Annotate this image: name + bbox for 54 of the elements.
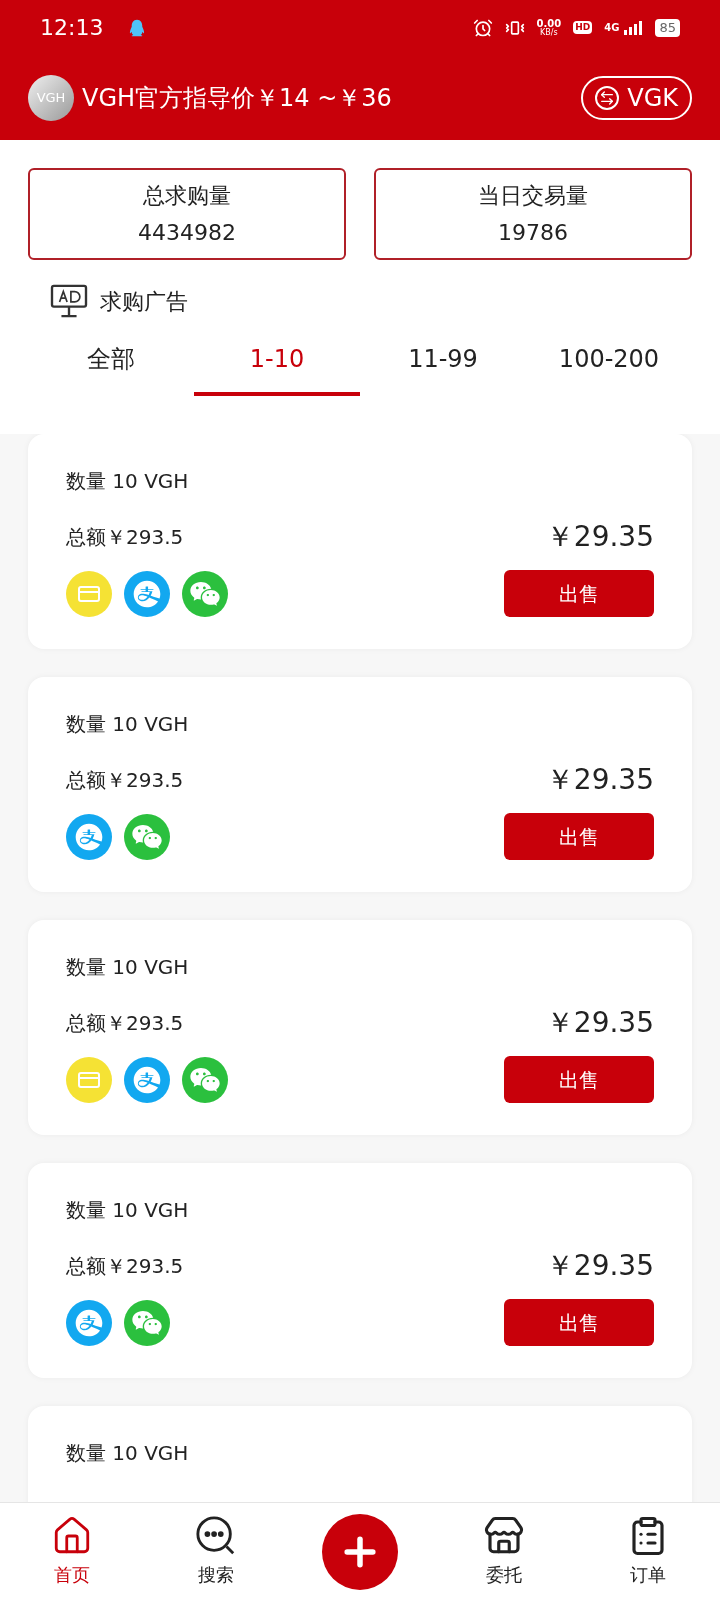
hd-badge: HD	[573, 20, 593, 35]
filter-tab[interactable]: 100-200	[526, 326, 692, 396]
unit-price: ￥29.35	[545, 762, 654, 798]
clock-time: 12:13	[40, 14, 104, 42]
unit-price: ￥29.35	[545, 1248, 654, 1284]
nav-tab[interactable]: 搜索	[144, 1515, 288, 1588]
wechat-icon	[182, 1056, 228, 1103]
nav-tab[interactable]: 委托	[432, 1515, 576, 1588]
sell-button[interactable]: 出售	[504, 1299, 654, 1346]
total-amount: 总额￥293.5	[66, 1010, 184, 1037]
stat-label: 总求购量	[143, 182, 231, 210]
section-title: 求购广告	[100, 287, 188, 316]
alarm-icon	[472, 17, 493, 38]
quantity-text: 数量 10 VGH	[66, 1440, 190, 1467]
quantity-text: 数量 10 VGH	[66, 468, 190, 495]
signal-icon	[623, 20, 644, 35]
sell-button[interactable]: 出售	[504, 1056, 654, 1103]
total-amount: 总额￥293.5	[66, 524, 184, 551]
ad-icon	[50, 284, 88, 318]
logo-coin: VGH	[28, 74, 74, 121]
page-title: VGH官方指导价￥14 ~￥36	[82, 82, 393, 114]
stat-value: 19786	[498, 219, 568, 247]
quantity-text: 数量 10 VGH	[66, 711, 190, 738]
wechat-icon	[182, 570, 228, 617]
nav-tab[interactable]: 订单	[576, 1515, 720, 1588]
quantity-text: 数量 10 VGH	[66, 1197, 190, 1224]
network-speed: 0.00	[536, 18, 562, 29]
alipay-icon	[66, 1299, 112, 1346]
wechat-icon	[124, 1299, 170, 1346]
currency-switch-button[interactable]: VGK	[581, 75, 692, 120]
wechat-icon	[124, 813, 170, 860]
swap-icon	[595, 85, 620, 110]
filter-tab[interactable]: 全部	[28, 326, 194, 396]
alipay-icon	[124, 1056, 170, 1103]
network-type: 4G	[604, 21, 620, 35]
total-amount: 总额￥293.5	[66, 767, 184, 794]
alipay-icon	[124, 570, 170, 617]
total-amount: 总额￥293.5	[66, 1253, 184, 1280]
battery-indicator: 85	[655, 18, 680, 37]
nav-tab[interactable]: 首页	[0, 1515, 144, 1588]
unit-price: ￥29.35	[545, 1005, 654, 1041]
stat-label: 当日交易量	[478, 182, 588, 210]
bank-card-icon	[66, 1056, 112, 1103]
speed-unit: KB/s	[540, 28, 558, 37]
search-icon	[195, 1515, 237, 1557]
filter-tab[interactable]: 1-10	[194, 326, 360, 396]
sell-button[interactable]: 出售	[504, 570, 654, 617]
bank-card-icon	[66, 570, 112, 617]
sell-button[interactable]: 出售	[504, 813, 654, 860]
quantity-text: 数量 10 VGH	[66, 954, 190, 981]
filter-tab[interactable]: 11-99	[360, 326, 526, 396]
unit-price: ￥29.35	[545, 519, 654, 555]
alipay-icon	[66, 813, 112, 860]
stat-value: 4434982	[138, 219, 236, 247]
